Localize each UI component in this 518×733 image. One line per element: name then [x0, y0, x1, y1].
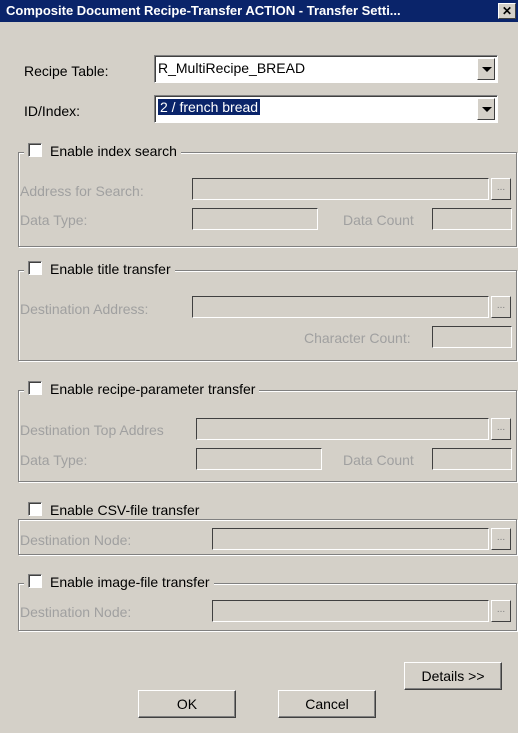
recipe-param-title: Enable recipe-parameter transfer [50, 381, 256, 397]
destination-top-address-browse-button[interactable]: ... [491, 418, 511, 440]
address-for-search-field[interactable] [192, 178, 489, 200]
recipe-data-type-field[interactable] [196, 448, 322, 470]
csv-transfer-legend[interactable]: Enable CSV-file transfer [24, 502, 204, 518]
character-count-field[interactable] [432, 326, 512, 348]
title-transfer-title: Enable title transfer [50, 261, 171, 277]
csv-destination-node-browse-button[interactable]: ... [491, 528, 511, 550]
cancel-button[interactable]: Cancel [278, 690, 376, 718]
destination-top-address-label: Destination Top Addres [20, 422, 164, 438]
index-search-checkbox[interactable] [28, 143, 42, 157]
address-for-search-browse-button[interactable]: ... [491, 178, 511, 200]
recipe-table-value: R_MultiRecipe_BREAD [158, 60, 306, 76]
title-transfer-checkbox[interactable] [28, 261, 42, 275]
close-button[interactable]: ✕ [498, 3, 516, 19]
id-index-label: ID/Index: [24, 103, 81, 119]
destination-address-browse-button[interactable]: ... [491, 296, 511, 318]
image-destination-node-field[interactable] [212, 600, 489, 622]
id-index-select[interactable]: 2 / french bread [154, 95, 498, 123]
image-transfer-checkbox[interactable] [28, 574, 42, 588]
data-type-label: Data Type: [20, 212, 88, 228]
index-search-title: Enable index search [50, 143, 177, 159]
image-destination-node-label: Destination Node: [20, 604, 132, 620]
recipe-data-type-label: Data Type: [20, 452, 88, 468]
destination-address-label: Destination Address: [20, 301, 149, 317]
csv-transfer-checkbox[interactable] [28, 502, 42, 516]
title-transfer-legend[interactable]: Enable title transfer [24, 261, 175, 277]
image-transfer-title: Enable image-file transfer [50, 574, 210, 590]
character-count-label: Character Count: [304, 330, 411, 346]
data-count-field[interactable] [432, 208, 512, 230]
window-title: Composite Document Recipe-Transfer ACTIO… [6, 3, 401, 18]
id-index-value: 2 / french bread [158, 99, 261, 115]
ok-button[interactable]: OK [138, 690, 236, 718]
recipe-param-checkbox[interactable] [28, 381, 42, 395]
image-transfer-legend[interactable]: Enable image-file transfer [24, 574, 214, 590]
details-button[interactable]: Details >> [404, 662, 502, 690]
csv-destination-node-label: Destination Node: [20, 532, 132, 548]
index-search-legend[interactable]: Enable index search [24, 143, 181, 159]
recipe-table-label: Recipe Table: [24, 63, 109, 79]
image-destination-node-browse-button[interactable]: ... [491, 600, 511, 622]
recipe-table-select[interactable]: R_MultiRecipe_BREAD [154, 55, 498, 83]
csv-transfer-title: Enable CSV-file transfer [50, 502, 200, 518]
recipe-param-legend[interactable]: Enable recipe-parameter transfer [24, 381, 260, 397]
title-bar: Composite Document Recipe-Transfer ACTIO… [0, 0, 518, 22]
data-count-label: Data Count [343, 212, 414, 228]
destination-top-address-field[interactable] [196, 418, 489, 440]
address-for-search-label: Address for Search: [20, 183, 144, 199]
recipe-data-count-label: Data Count [343, 452, 414, 468]
csv-destination-node-field[interactable] [212, 528, 489, 550]
chevron-down-icon[interactable] [477, 58, 495, 80]
recipe-data-count-field[interactable] [432, 448, 512, 470]
destination-address-field[interactable] [192, 296, 489, 318]
data-type-field[interactable] [192, 208, 318, 230]
chevron-down-icon[interactable] [477, 98, 495, 120]
